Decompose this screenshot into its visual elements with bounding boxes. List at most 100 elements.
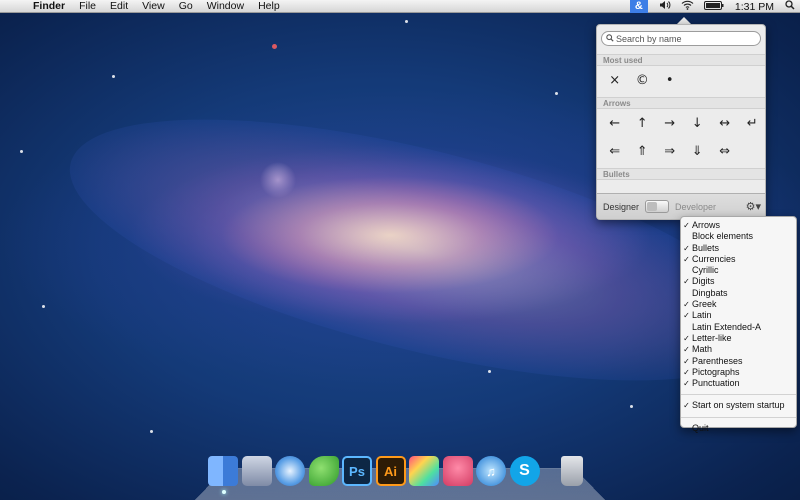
dock-skype-icon[interactable]: S	[509, 456, 540, 486]
symbol-cell[interactable]: ←	[601, 112, 629, 136]
dock-safari-icon[interactable]	[275, 456, 305, 486]
checkmark-icon	[681, 322, 692, 333]
menu-file[interactable]: File	[72, 0, 103, 12]
checkmark-icon: ✓	[683, 311, 690, 321]
wallpaper-star	[405, 20, 408, 23]
symbol-cell[interactable]: ↵	[739, 112, 766, 136]
volume-icon[interactable]	[659, 0, 671, 13]
menu-item-bullets[interactable]: ✓ Bullets	[681, 243, 796, 254]
symbol-popover: Most used × © • Arrows ← ↑ → ↓ ↔ ↵ ⇐ ⇑ ⇒…	[596, 24, 766, 220]
menu-item-pictographs[interactable]: ✓ Pictographs	[681, 367, 796, 378]
menu-item-currencies[interactable]: ✓ Currencies	[681, 254, 796, 265]
status-area: & 1:31 PM	[629, 0, 800, 13]
symbol-cell[interactable]: ⇓	[684, 140, 712, 164]
menu-item-digits[interactable]: ✓ Digits	[681, 276, 796, 287]
checkmark-icon: ✓	[683, 401, 690, 411]
menu-clock[interactable]: 1:31 PM	[735, 1, 774, 13]
menu-item-letter-like[interactable]: ✓ Letter-like	[681, 333, 796, 344]
designer-label: Designer	[603, 201, 640, 212]
menu-go[interactable]: Go	[172, 0, 200, 12]
menu-item-latin-extended-a[interactable]: Latin Extended-A	[681, 322, 796, 333]
symbol-cell[interactable]: •	[656, 69, 684, 93]
section-header-bullets: Bullets	[597, 168, 765, 180]
dock-illustrator-icon[interactable]: Ai	[375, 456, 406, 486]
popover-arrow	[677, 17, 691, 24]
menu-separator	[681, 416, 796, 418]
menu-view[interactable]: View	[135, 0, 172, 12]
dock-color-app-icon[interactable]	[409, 456, 439, 486]
dock-trash-icon[interactable]	[561, 456, 583, 486]
wallpaper-star	[272, 44, 277, 49]
symbol-cell[interactable]: ↑	[629, 112, 657, 136]
checkmark-icon: ✓	[683, 345, 690, 355]
arrows-row: ← ↑ → ↓ ↔ ↵	[601, 112, 766, 136]
symbol-cell[interactable]: ⇒	[656, 140, 684, 164]
developer-label: Developer	[675, 201, 717, 212]
section-header-arrows: Arrows	[597, 97, 765, 109]
checkmark-icon: ✓	[683, 254, 690, 264]
menu-item-start-on-startup[interactable]: ✓ Start on system startup	[681, 400, 796, 411]
dock-photoshop-icon[interactable]: Ps	[342, 456, 372, 486]
search-input[interactable]	[616, 33, 756, 44]
menu-finder[interactable]: Finder	[26, 0, 72, 12]
symbol-cell[interactable]: ©	[629, 69, 657, 93]
dock-cake-icon[interactable]	[442, 456, 473, 486]
most-used-row: × © •	[601, 69, 684, 93]
wallpaper-star	[112, 75, 115, 78]
checkmark-icon	[681, 231, 692, 242]
search-icon	[606, 33, 616, 44]
spotlight-search-icon[interactable]	[785, 0, 795, 13]
wallpaper-star	[42, 305, 45, 308]
gear-icon[interactable]: ⚙▾	[746, 200, 761, 213]
menu-help[interactable]: Help	[251, 0, 287, 12]
symbol-cell[interactable]: ↔	[711, 112, 739, 136]
checkmark-icon	[681, 288, 692, 299]
arrows-row: ⇐ ⇑ ⇒ ⇓ ⇔	[601, 140, 739, 164]
symbol-cell[interactable]: ⇑	[629, 140, 657, 164]
checkmark-icon: ✓	[683, 367, 690, 377]
symbol-cell[interactable]: ×	[601, 69, 629, 93]
checkmark-icon: ✓	[683, 221, 690, 230]
menu-item-punctuation[interactable]: ✓ Punctuation	[681, 378, 796, 389]
checkmark-icon: ✓	[683, 300, 690, 310]
wallpaper-star	[555, 92, 558, 95]
menu-item-parentheses[interactable]: ✓ Parentheses	[681, 356, 796, 367]
menu-item-cyrillic[interactable]: Cyrillic	[681, 265, 796, 276]
menu-item-dingbats[interactable]: Dingbats	[681, 288, 796, 299]
checkmark-icon: ✓	[683, 356, 690, 366]
search-field[interactable]	[601, 31, 761, 46]
checkmark-icon: ✓	[683, 277, 690, 287]
battery-icon[interactable]	[703, 0, 724, 13]
menu-edit[interactable]: Edit	[103, 0, 135, 12]
menu-item-arrows[interactable]: ✓ Arrows	[681, 220, 796, 231]
menu-item-latin[interactable]: ✓ Latin	[681, 310, 796, 321]
menu-window[interactable]: Window	[200, 0, 251, 12]
checkmark-icon	[681, 265, 692, 276]
dock-preview-icon[interactable]	[241, 456, 272, 486]
symbol-cell[interactable]: ↓	[684, 112, 712, 136]
dock-running-indicator	[222, 490, 226, 494]
dock: Ps Ai ♫ S	[208, 456, 587, 486]
symbol-cell[interactable]: →	[656, 112, 684, 136]
menu-item-math[interactable]: ✓ Math	[681, 344, 796, 355]
ampersand-status-icon[interactable]: &	[629, 0, 648, 13]
checkmark-icon: ✓	[683, 379, 690, 389]
dock-itunes-icon[interactable]: ♫	[476, 456, 506, 486]
menu-item-block-elements[interactable]: Block elements	[681, 231, 796, 242]
wallpaper-star	[630, 405, 633, 408]
menu-separator	[681, 394, 796, 396]
wallpaper-star	[150, 430, 153, 433]
wifi-icon[interactable]	[681, 0, 694, 13]
menu-bar: Finder File Edit View Go Window Help & 1…	[0, 0, 800, 13]
dock-leaf-icon[interactable]	[308, 456, 339, 486]
wallpaper-star	[20, 150, 23, 153]
menu-item-greek[interactable]: ✓ Greek	[681, 299, 796, 310]
symbol-cell[interactable]: ⇐	[601, 140, 629, 164]
checkmark-icon: ✓	[683, 333, 690, 343]
dock-finder-icon[interactable]	[208, 456, 238, 486]
menu-item-quit[interactable]: Quit	[681, 423, 796, 434]
settings-dropdown-menu: ✓ Arrows Block elements ✓ Bullets ✓ Currenc…	[680, 216, 797, 433]
symbol-cell[interactable]: ⇔	[711, 140, 739, 164]
mode-toggle[interactable]	[645, 200, 670, 213]
checkmark-icon: ✓	[683, 243, 690, 253]
